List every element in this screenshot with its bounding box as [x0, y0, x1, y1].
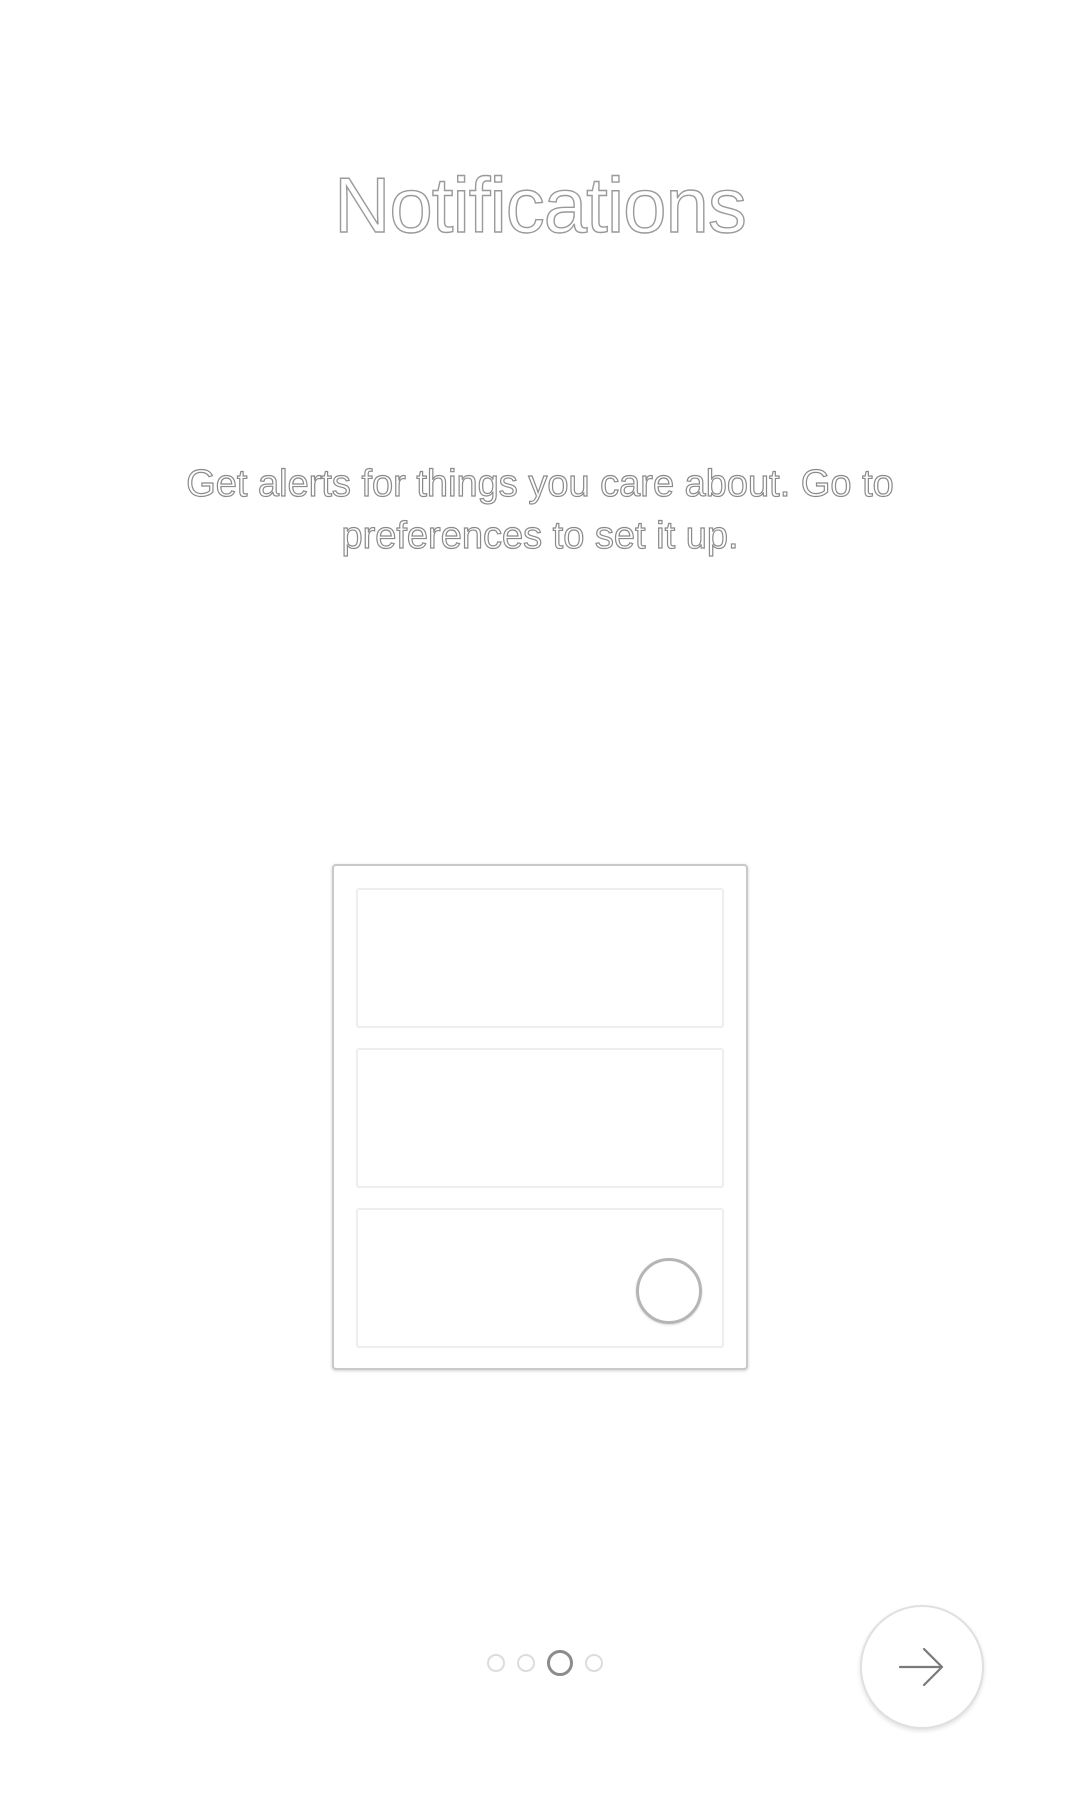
touch-indicator-icon: [636, 1258, 702, 1324]
page-dot-1[interactable]: [487, 1654, 505, 1672]
page-dot-3[interactable]: [547, 1650, 573, 1676]
illustration-card: [356, 1048, 724, 1188]
illustration-card: [356, 888, 724, 1028]
page-title: Notifications: [333, 160, 747, 249]
notification-cards-illustration: [332, 864, 748, 1370]
illustration-card: [356, 1208, 724, 1348]
page-dot-2[interactable]: [517, 1654, 535, 1672]
next-button[interactable]: [860, 1605, 984, 1729]
arrow-right-icon: [896, 1645, 946, 1689]
page-dot-4[interactable]: [585, 1654, 603, 1672]
onboarding-description: Get alerts for things you care about. Go…: [186, 462, 895, 557]
